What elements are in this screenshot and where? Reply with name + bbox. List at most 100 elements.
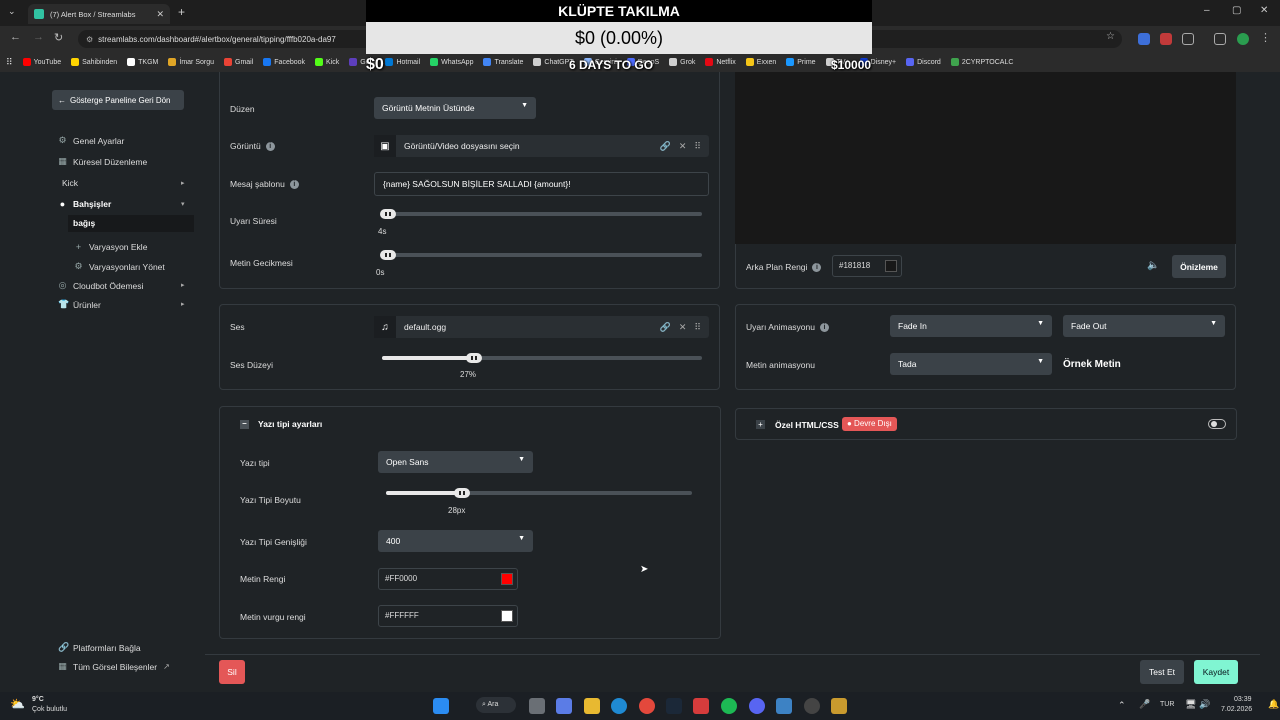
bookmark-item[interactable]: Grok [669,58,695,66]
clear-icon[interactable]: ✕ [679,141,687,152]
link-icon[interactable]: 🔗 [660,322,671,333]
highlight-color-swatch[interactable] [501,610,513,622]
edge-icon[interactable] [611,698,627,714]
spotify-icon[interactable] [721,698,737,714]
text-animation-select[interactable]: Tada ▼ [890,353,1052,375]
info-icon[interactable]: i [812,262,822,272]
bookmark-item[interactable]: Sahibinden [71,58,117,66]
split-view-icon[interactable] [1214,33,1226,45]
image-file-picker[interactable]: ▣ Görüntü/Video dosyasını seçin 🔗 ✕ ⠿ [374,135,709,157]
bookmark-item[interactable]: Gmail [224,58,253,66]
clock-time[interactable]: 03:39 [1234,696,1252,703]
bookmark-item[interactable]: Prime [786,58,816,66]
reload-icon[interactable]: ↻ [54,31,63,44]
copilot-icon[interactable] [556,698,572,714]
slider-handle[interactable] [466,353,483,363]
taskbar-search[interactable]: ⌕ Ara [476,697,516,713]
microphone-icon[interactable]: 🎤 [1139,699,1150,710]
window-close-icon[interactable]: ✕ [1260,5,1268,16]
animation-in-select[interactable]: Fade In ▼ [890,315,1052,337]
language-indicator[interactable]: TUR [1160,701,1174,708]
bookmark-star-icon[interactable]: ☆ [1106,31,1115,42]
bookmark-item[interactable]: 2CYRPTOCALC [950,58,1013,66]
expand-icon[interactable]: + [756,420,765,429]
background-color-swatch[interactable] [885,260,897,272]
info-icon[interactable]: i [265,141,275,151]
bookmark-item[interactable]: Hotmail [385,58,420,66]
collapse-icon[interactable]: – [240,419,249,429]
weather-desc[interactable]: Çok bulutlu [32,706,67,713]
profile-avatar[interactable] [1237,33,1249,45]
app-icon[interactable] [804,698,820,714]
clock-date[interactable]: 7.02.2026 [1221,706,1252,713]
extension-icon[interactable] [1138,33,1150,45]
info-icon[interactable]: i [289,179,299,189]
forward-arrow-icon[interactable]: → [33,31,44,43]
sidebar-item-donation[interactable]: bağış [68,215,194,232]
animation-out-select[interactable]: Fade Out ▼ [1063,315,1225,337]
menu-dots-icon[interactable]: ⋮ [1260,31,1271,44]
bookmark-item[interactable]: TKGM [127,58,158,66]
test-button[interactable]: Test Et [1140,660,1184,684]
network-icon[interactable]: 🖥 [1185,699,1196,710]
slider-handle[interactable] [380,250,396,260]
maximize-icon[interactable]: ▢ [1232,5,1241,16]
discord-icon[interactable] [749,698,765,714]
sidebar-item-cloudbot[interactable]: ◎ Cloudbot Ödemesi [58,280,144,291]
speaker-icon[interactable]: 🔊 [1199,699,1210,710]
tab-search-icon[interactable]: ⌄ [8,6,16,17]
bookmark-item[interactable]: ChatGPT [533,58,574,66]
url-bar-end[interactable] [872,30,1122,48]
text-color-input[interactable]: #FF0000 [378,568,518,590]
app-icon[interactable] [776,698,792,714]
bookmark-item[interactable]: Facebook [263,58,305,66]
sidebar-item-tips[interactable]: ● Bahşişler [58,199,112,209]
sound-file-picker[interactable]: ♫ default.ogg 🔗 ✕ ⠿ [374,316,709,338]
steam-icon[interactable] [666,698,682,714]
tray-chevron-icon[interactable]: ⌃ [1118,700,1126,711]
message-template-input[interactable]: {name} SAĞOLSUN BİŞİLER SALLADI {amount}… [374,172,709,196]
new-tab-icon[interactable]: + [178,5,185,19]
alert-duration-slider[interactable] [382,212,702,216]
streamlabs-app-icon[interactable] [693,698,709,714]
preview-button[interactable]: Önizleme [1172,255,1226,278]
extensions-icon[interactable] [1182,33,1194,45]
league-icon[interactable] [831,698,847,714]
bookmark-item[interactable]: Translate [483,58,523,66]
extension-icon[interactable] [1160,33,1172,45]
background-color-input[interactable]: #181818 [832,255,902,277]
back-arrow-icon[interactable]: ← [10,31,21,43]
sidebar-item-add-variation[interactable]: + Varyasyon Ekle [74,242,148,252]
bookmark-item[interactable]: Kick [315,58,339,66]
sidebar-item-general[interactable]: ⚙ Genel Ayarlar [58,135,124,146]
minimize-icon[interactable]: – [1204,5,1210,16]
apps-grid-icon[interactable]: ⠿ [6,57,13,68]
font-weight-select[interactable]: 400 ▼ [378,530,533,552]
sidebar-item-all-widgets[interactable]: ▦ Tüm Görsel Bileşenler ↗ [58,661,170,672]
save-button[interactable]: Kaydet [1194,660,1238,684]
text-color-swatch[interactable] [501,573,513,585]
clear-icon[interactable]: ✕ [679,322,687,333]
font-settings-header[interactable]: – Yazı tipi ayarları [240,419,322,429]
sidebar-item-manage-variations[interactable]: ⚙ Varyasyonları Yönet [74,261,164,272]
sidebar-item-products[interactable]: 👕 Ürünler [58,299,101,310]
volume-icon[interactable]: 🔈 [1147,260,1159,271]
text-delay-slider[interactable] [382,253,702,257]
back-to-dashboard-button[interactable]: ← Gösterge Paneline Geri Dön [52,90,184,110]
site-info-icon[interactable]: ⚙ [86,35,93,44]
custom-html-title[interactable]: Özel HTML/CSS [775,420,839,430]
bookmark-item[interactable]: İmar Sorgu [168,58,214,66]
bookmark-item[interactable]: Exxen [745,58,776,66]
url-bar[interactable]: ⚙ streamlabs.com/dashboard#/alertbox/gen… [78,30,378,48]
bookmark-item[interactable]: Netflix [705,58,736,66]
chrome-icon[interactable] [639,698,655,714]
bookmark-item[interactable]: Discord [906,58,941,66]
browser-tab[interactable]: (7) Alert Box / Streamlabs ✕ [28,4,170,24]
font-select[interactable]: Open Sans ▼ [378,451,533,473]
tab-close-icon[interactable]: ✕ [156,9,164,20]
sidebar-item-global-edit[interactable]: ▦ Küresel Düzenleme [58,156,147,167]
sidebar-item-connect-platforms[interactable]: 🔗 Platformları Bağla [58,642,141,653]
task-view-icon[interactable] [529,698,545,714]
file-explorer-icon[interactable] [584,698,600,714]
weather-temp[interactable]: 9°C [32,696,44,703]
